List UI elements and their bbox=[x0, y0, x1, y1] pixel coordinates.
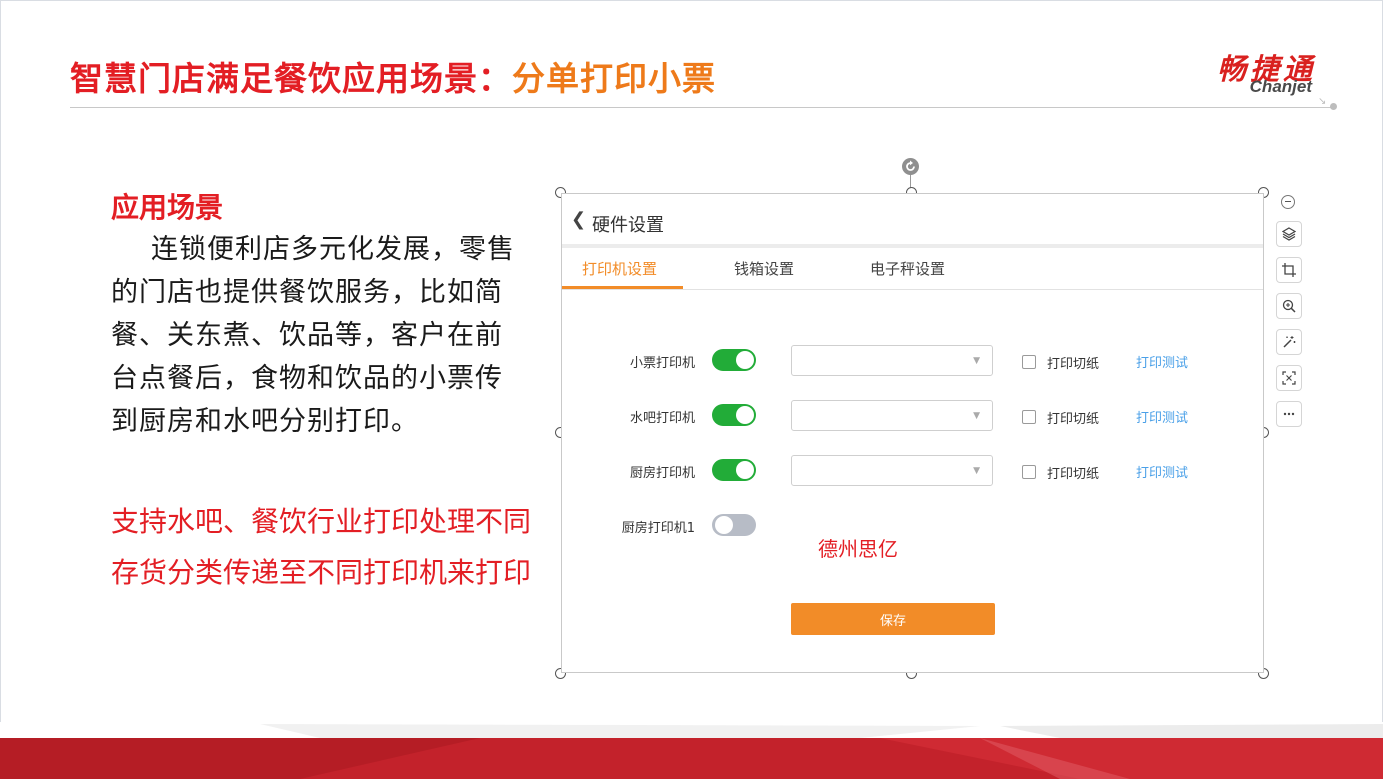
scene-description: 连锁便利店多元化发展，零售的门店也提供餐饮服务，比如简餐、关东煮、饮品等，客户在… bbox=[111, 234, 515, 437]
print-test-link-bar[interactable]: 打印测试 bbox=[1136, 407, 1188, 426]
divider-end-dot bbox=[1330, 103, 1337, 110]
support-statement: 支持水吧、餐饮行业打印处理不同存货分类传递至不同打印机来打印 bbox=[111, 505, 532, 589]
toggle-knob bbox=[736, 351, 754, 369]
print-test-link-kitchen[interactable]: 打印测试 bbox=[1136, 462, 1188, 481]
minus-icon[interactable] bbox=[1281, 195, 1295, 209]
logo-english-text: Chanjet bbox=[1249, 77, 1312, 96]
printer-select-bar[interactable]: ▼ bbox=[791, 400, 993, 431]
watermark-text: 德州思亿 bbox=[818, 537, 898, 561]
printer-label-kitchen-1: 厨房打印机1 bbox=[621, 521, 695, 536]
settings-tabs: 打印机设置 钱箱设置 电子秤设置 bbox=[562, 249, 1263, 290]
printer-toggle-kitchen-1[interactable] bbox=[712, 514, 756, 536]
printer-toggle-kitchen[interactable] bbox=[712, 459, 756, 481]
toggle-knob bbox=[736, 461, 754, 479]
hardware-title: 硬件设置 bbox=[592, 215, 664, 236]
tab-scale-settings[interactable]: 电子秤设置 bbox=[870, 258, 945, 279]
save-button[interactable]: 保存 bbox=[791, 603, 995, 635]
slide-title-main: 智慧门店满足餐饮应用场景： bbox=[70, 59, 512, 98]
print-test-link-receipt[interactable]: 打印测试 bbox=[1136, 352, 1188, 371]
rotate-handle-icon[interactable] bbox=[901, 157, 920, 176]
magic-wand-icon[interactable] bbox=[1276, 329, 1302, 355]
crop-icon[interactable] bbox=[1276, 257, 1302, 283]
fit-screen-icon[interactable] bbox=[1276, 365, 1302, 391]
footer-band bbox=[0, 722, 1383, 779]
printer-toggle-bar[interactable] bbox=[712, 404, 756, 426]
active-tab-indicator bbox=[562, 286, 683, 289]
caret-down-icon: ▼ bbox=[973, 411, 980, 421]
printer-label-receipt: 小票打印机 bbox=[629, 356, 695, 371]
cut-paper-label: 打印切纸 bbox=[1047, 412, 1100, 427]
caret-down-icon: ▼ bbox=[973, 466, 980, 476]
cut-paper-label: 打印切纸 bbox=[1047, 357, 1100, 372]
chevron-left-icon[interactable]: ❮ bbox=[571, 209, 586, 230]
printer-label-bar: 水吧打印机 bbox=[629, 411, 695, 426]
title-divider bbox=[70, 107, 1332, 108]
slide-title-highlight: 分单打印小票 bbox=[512, 59, 716, 98]
cut-paper-checkbox-kitchen[interactable] bbox=[1022, 465, 1036, 479]
hardware-settings-screenshot[interactable]: ❮ 硬件设置 打印机设置 钱箱设置 电子秤设置 小票打印机 ▼ 打印切纸 打印测… bbox=[561, 193, 1264, 673]
caret-down-icon: ▼ bbox=[973, 356, 980, 366]
cut-paper-checkbox-bar[interactable] bbox=[1022, 410, 1036, 424]
toggle-knob bbox=[715, 516, 733, 534]
more-icon[interactable] bbox=[1276, 401, 1302, 427]
cut-paper-label: 打印切纸 bbox=[1047, 467, 1100, 482]
layers-icon[interactable] bbox=[1276, 221, 1302, 247]
slide-title: 智慧门店满足餐饮应用场景：分单打印小票 bbox=[70, 52, 716, 100]
zoom-in-icon[interactable] bbox=[1276, 293, 1302, 319]
printer-select-receipt[interactable]: ▼ bbox=[791, 345, 993, 376]
tab-cash-drawer-settings[interactable]: 钱箱设置 bbox=[734, 258, 794, 279]
chanjet-logo: 畅捷通 Chanjet bbox=[1178, 44, 1328, 100]
toggle-knob bbox=[736, 406, 754, 424]
tab-printer-settings[interactable]: 打印机设置 bbox=[582, 258, 657, 279]
cut-paper-checkbox-receipt[interactable] bbox=[1022, 355, 1036, 369]
scene-heading: 应用场景 bbox=[111, 191, 224, 224]
hardware-header: ❮ 硬件设置 bbox=[562, 194, 1263, 248]
printer-select-kitchen[interactable]: ▼ bbox=[791, 455, 993, 486]
printer-label-kitchen: 厨房打印机 bbox=[629, 466, 695, 481]
printer-toggle-receipt[interactable] bbox=[712, 349, 756, 371]
